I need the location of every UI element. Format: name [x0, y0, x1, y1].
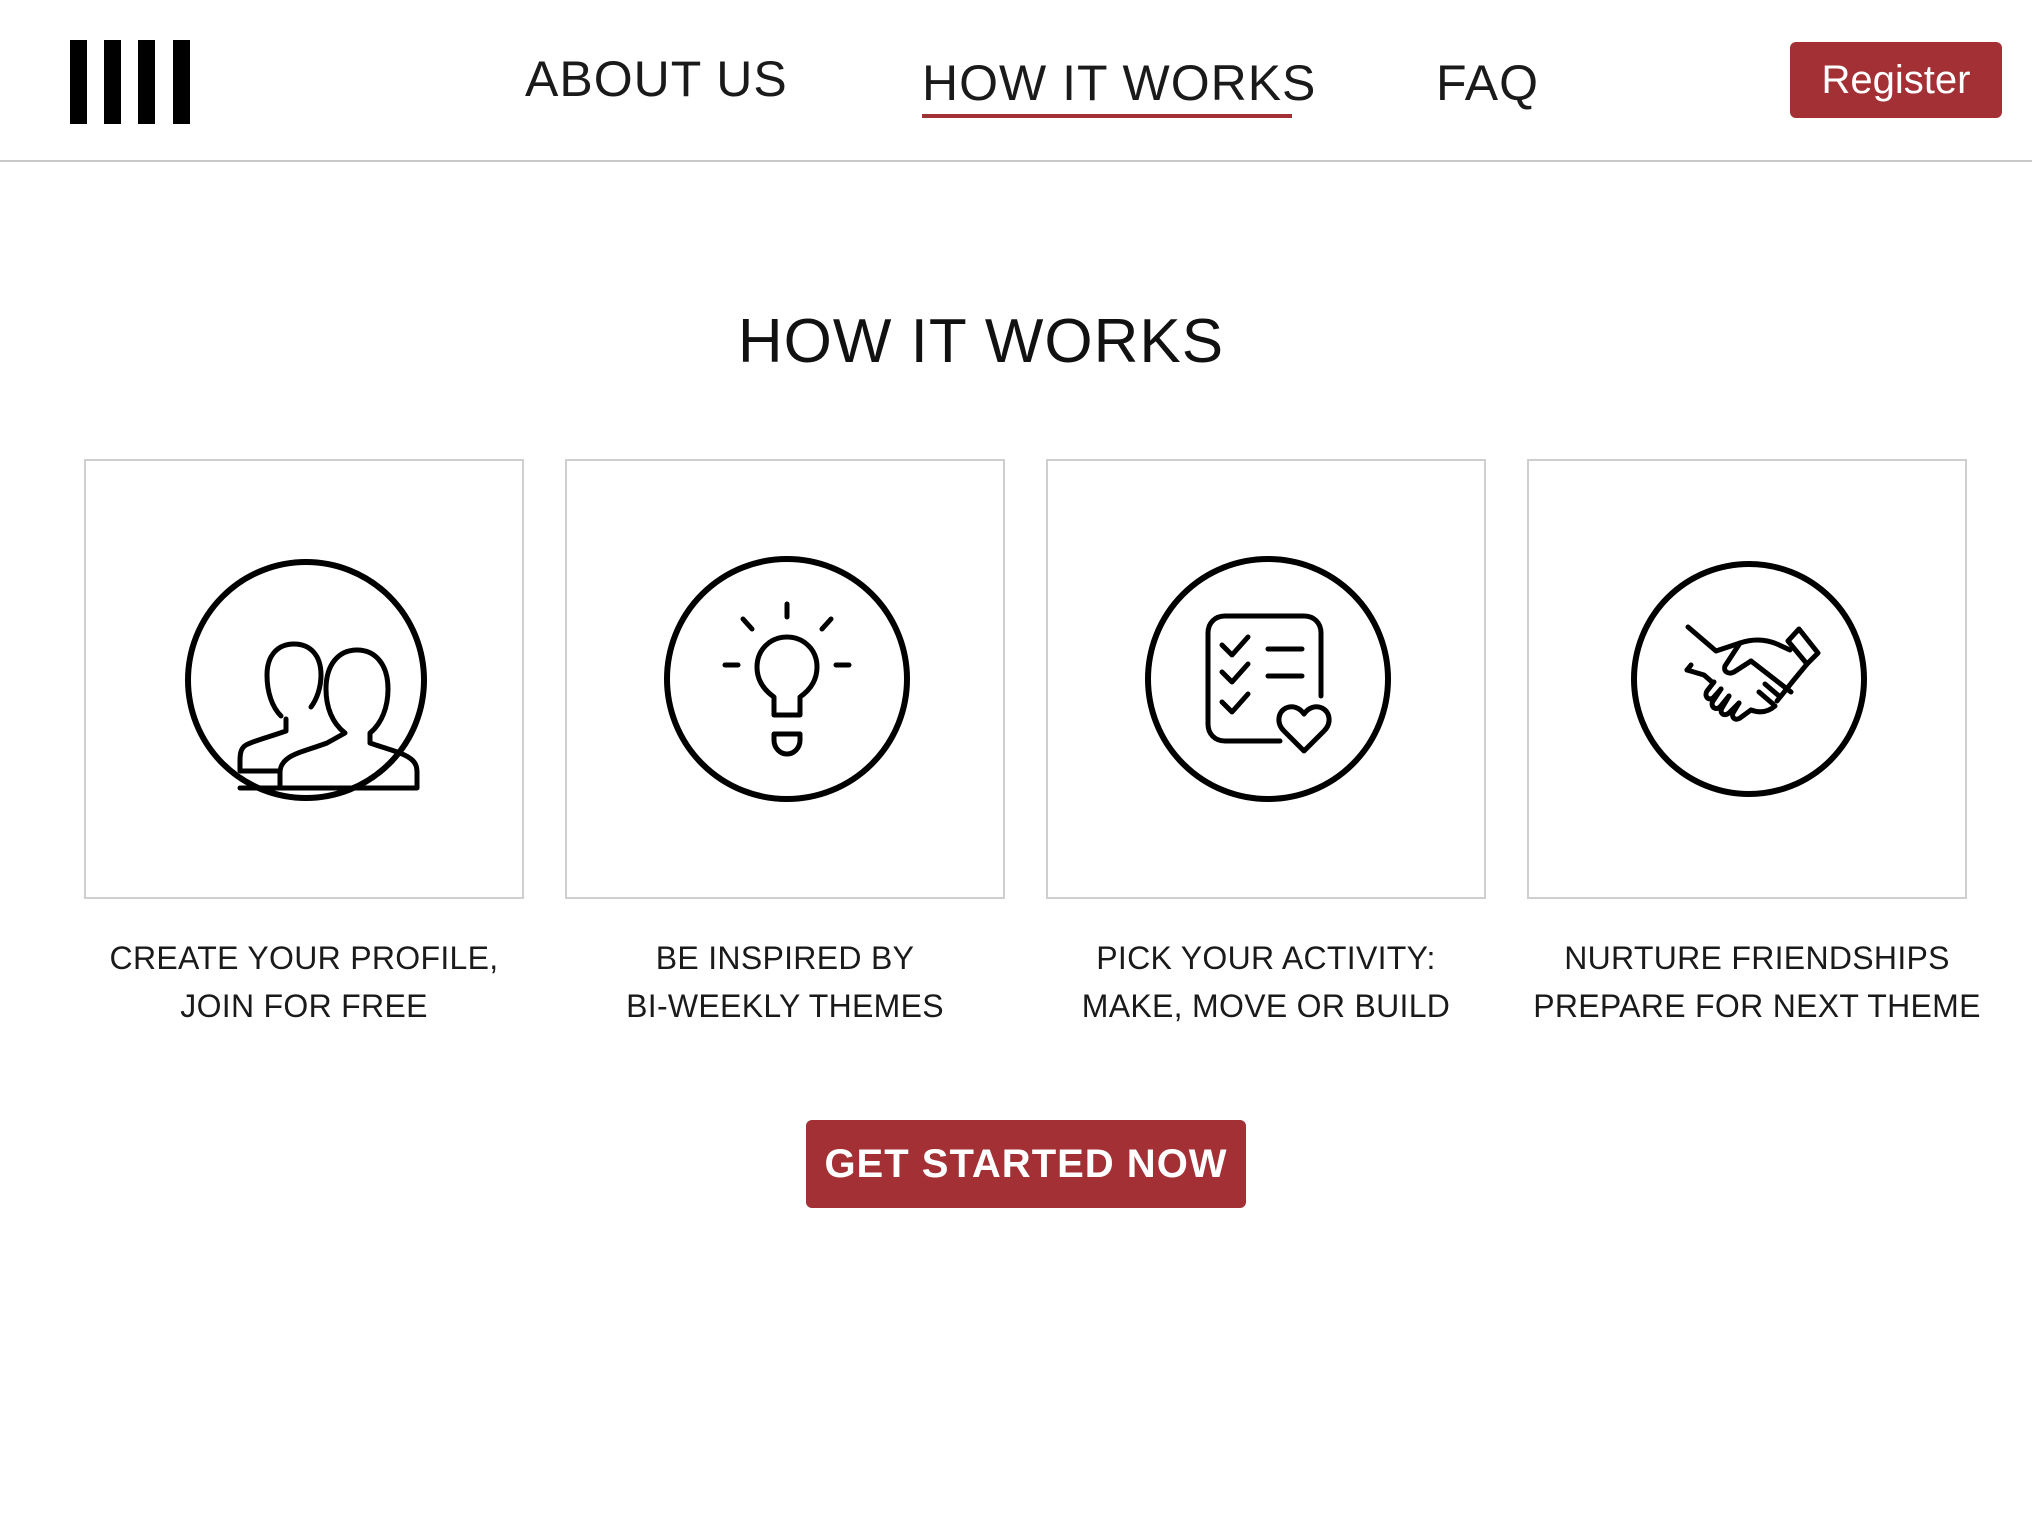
step-caption-nurture-friendships: NURTURE FRIENDSHIPS PREPARE FOR NEXT THE… [1533, 940, 1981, 1024]
step-card-create-profile [84, 459, 524, 899]
handshake-icon [1631, 561, 1867, 797]
step-card-pick-activity [1046, 459, 1486, 899]
register-button[interactable]: Register [1790, 42, 2002, 118]
step-card-be-inspired [565, 459, 1005, 899]
step-card-nurture-friendships [1527, 459, 1967, 899]
lightbulb-icon [664, 556, 910, 802]
people-icon [185, 559, 427, 801]
nav-how-it-works[interactable]: HOW IT WORKS [922, 54, 1316, 112]
logo-icon[interactable] [70, 40, 190, 124]
step-caption-be-inspired: BE INSPIRED BY BI-WEEKLY THEMES [626, 940, 944, 1024]
top-navigation-bar: ABOUT US HOW IT WORKS FAQ Register [0, 0, 2032, 162]
section-title: HOW IT WORKS [737, 307, 1225, 376]
step-caption-create-profile: CREATE YOUR PROFILE, JOIN FOR FREE [109, 940, 499, 1024]
checklist-heart-icon [1145, 556, 1391, 802]
get-started-button[interactable]: GET STARTED NOW [806, 1120, 1246, 1208]
step-caption-pick-activity: PICK YOUR ACTIVITY: MAKE, MOVE OR BUILD [1081, 940, 1451, 1024]
nav-about-us[interactable]: ABOUT US [525, 50, 788, 108]
active-nav-underline [922, 114, 1292, 118]
nav-faq[interactable]: FAQ [1436, 54, 1539, 112]
